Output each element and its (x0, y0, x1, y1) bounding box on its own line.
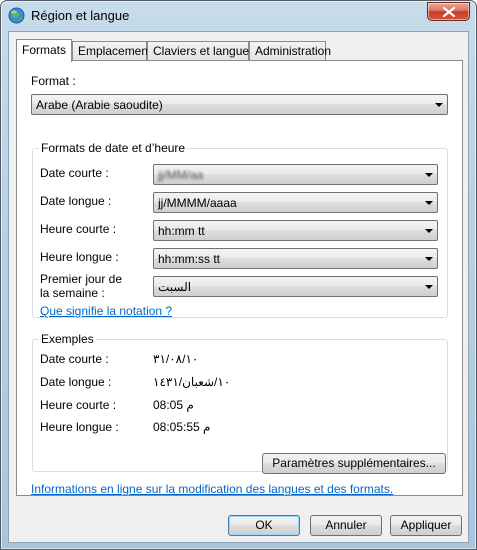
tab-administration[interactable]: Administration (249, 41, 331, 61)
tab-emplacement[interactable]: Emplacement (72, 41, 151, 61)
formats-panel: Format : Arabe (Arabie saoudite) Formats… (16, 60, 463, 496)
apply-button[interactable]: Appliquer (390, 515, 462, 536)
chevron-down-icon (425, 285, 433, 289)
short-date-label: Date courte : (40, 166, 109, 180)
example-short-time-value: 08:05 م (153, 398, 194, 412)
additional-settings-button[interactable]: Paramètres supplémentaires... (262, 453, 446, 474)
first-day-select[interactable]: السبت (153, 276, 438, 297)
short-time-label: Heure courte : (40, 222, 117, 236)
first-day-value: السبت (158, 280, 192, 294)
date-time-formats-title: Formats de date et d’heure (39, 141, 188, 155)
long-time-label: Heure longue : (40, 250, 119, 264)
long-time-select[interactable]: hh:mm:ss tt (153, 248, 438, 269)
ok-button[interactable]: OK (228, 515, 300, 536)
example-short-date-label: Date courte : (40, 352, 109, 366)
chevron-down-icon (425, 201, 433, 205)
format-label: Format : (31, 74, 76, 88)
tab-formats[interactable]: Formats (16, 39, 72, 62)
example-short-time-label: Heure courte : (40, 398, 117, 412)
example-long-date-value: ١٠/شعبان/١٤٣١ (153, 375, 231, 389)
region-language-window: Région et langue Formats Emplacement Cla… (0, 0, 477, 550)
first-day-label-line2: la semaine : (40, 286, 105, 300)
cancel-button[interactable]: Annuler (310, 515, 382, 536)
example-long-time-label: Heure longue : (40, 420, 119, 434)
short-date-select[interactable]: jj/MM/aa (153, 164, 438, 185)
title-bar[interactable]: Région et langue (1, 1, 476, 31)
chevron-down-icon (425, 229, 433, 233)
long-date-select[interactable]: jj/MMMM/aaaa (153, 192, 438, 213)
dialog-client: Formats Emplacement Claviers et langues … (8, 31, 469, 543)
notation-help-link[interactable]: Que signifie la notation ? (40, 304, 172, 318)
long-date-label: Date longue : (40, 194, 112, 208)
close-icon (443, 7, 455, 17)
format-select-value: Arabe (Arabie saoudite) (36, 98, 163, 112)
tab-claviers-et-langues[interactable]: Claviers et langues (147, 41, 255, 61)
example-long-date-label: Date longue : (40, 375, 112, 389)
short-date-value: jj/MM/aa (158, 168, 204, 182)
chevron-down-icon (425, 173, 433, 177)
close-button[interactable] (427, 2, 470, 21)
long-date-value: jj/MMMM/aaaa (158, 196, 237, 210)
chevron-down-icon (435, 103, 443, 107)
first-day-label-line1: Premier jour de (40, 272, 123, 286)
long-time-value: hh:mm:ss tt (158, 252, 221, 266)
window-title: Région et langue (31, 8, 130, 23)
example-long-time-value: 08:05:55 م (153, 420, 211, 434)
format-select[interactable]: Arabe (Arabie saoudite) (31, 94, 448, 115)
example-short-date-value: ٣١/٠٨/١٠ (153, 352, 199, 366)
globe-icon (8, 7, 25, 24)
online-info-link[interactable]: Informations en ligne sur la modificatio… (31, 482, 393, 496)
short-time-value: hh:mm tt (158, 224, 205, 238)
chevron-down-icon (425, 257, 433, 261)
short-time-select[interactable]: hh:mm tt (153, 220, 438, 241)
examples-title: Exemples (39, 332, 96, 346)
